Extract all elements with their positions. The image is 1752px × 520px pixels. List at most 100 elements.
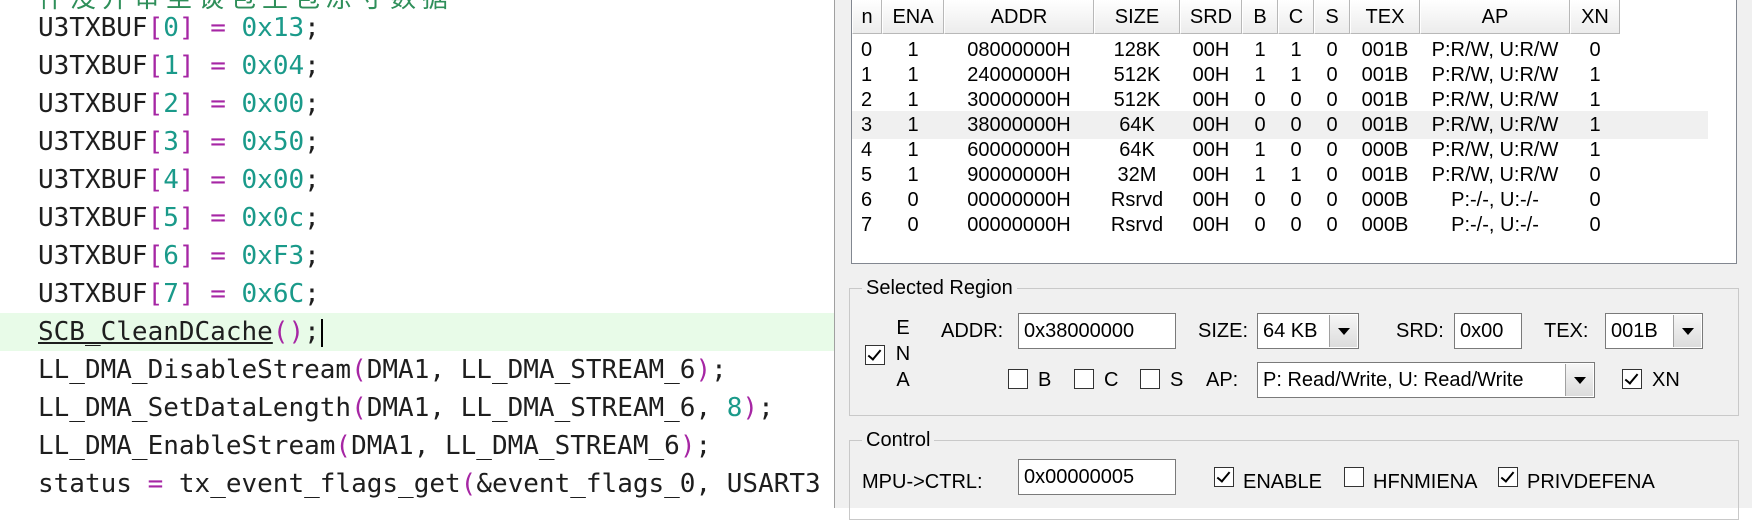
table-cell: 0 bbox=[1589, 39, 1601, 61]
table-cell: 0 bbox=[1290, 139, 1302, 161]
table-cell: 1 bbox=[1290, 164, 1302, 186]
code-line-clean-dcache[interactable]: SCB_CleanDCache(); bbox=[0, 313, 834, 351]
array-index: 6 bbox=[163, 241, 179, 271]
srd-field[interactable]: 0x00 bbox=[1454, 313, 1522, 349]
code-line-dma-enable[interactable]: LL_DMA_EnableStream(DMA1, LL_DMA_STREAM_… bbox=[0, 427, 834, 465]
group-title: Selected Region bbox=[862, 276, 1017, 300]
enable-checkbox[interactable] bbox=[1214, 467, 1234, 487]
table-cell: 5 bbox=[861, 164, 873, 186]
table-cell: 1 bbox=[907, 114, 919, 136]
table-cell: 32M bbox=[1117, 164, 1157, 186]
function-name: LL_DMA_DisableStream bbox=[38, 355, 352, 385]
table-cell: 1 bbox=[907, 139, 919, 161]
column-header-xn[interactable]: XN bbox=[1570, 0, 1620, 34]
srd-label: SRD: bbox=[1396, 320, 1444, 342]
size-select[interactable]: 64 KB bbox=[1257, 313, 1359, 349]
function-name: LL_DMA_SetDataLength bbox=[38, 393, 352, 423]
s-label: S bbox=[1170, 369, 1184, 391]
ap-label: AP: bbox=[1206, 369, 1239, 391]
table-row[interactable]: 6 0 00000000H Rsrvd 00H 0 0 0 000B P:-/-, U:-/- 0 bbox=[852, 186, 1708, 214]
code-line-dma-setlength[interactable]: LL_DMA_SetDataLength(DMA1, LL_DMA_STREAM… bbox=[0, 389, 834, 427]
mpu-region-table[interactable]: n ENA ADDR SIZE SRD B C S TEX AP XN 0 1 08000000H 128… bbox=[851, 0, 1737, 264]
table-cell: P:R/W, U:R/W bbox=[1431, 39, 1559, 61]
code-line-buffer-assign[interactable]: U3TXBUF[3] = 0x50; bbox=[0, 123, 834, 161]
xn-checkbox[interactable] bbox=[1622, 369, 1642, 389]
table-cell: 1 bbox=[1589, 114, 1601, 136]
table-cell: 6 bbox=[861, 189, 873, 211]
table-row[interactable]: 1 1 24000000H 512K 00H 1 1 0 001B P:R/W, U:R/W 1 bbox=[852, 61, 1708, 89]
hex-value: 0x6C bbox=[241, 279, 305, 309]
table-cell: 08000000H bbox=[967, 39, 1071, 61]
addr-field[interactable]: 0x38000000 bbox=[1018, 313, 1176, 349]
table-row[interactable]: 0 1 08000000H 128K 00H 1 1 0 001B P:R/W, U:R/W 0 bbox=[852, 36, 1708, 64]
column-header-b[interactable]: B bbox=[1242, 0, 1278, 34]
code-line-buffer-assign[interactable]: U3TXBUF[6] = 0xF3; bbox=[0, 237, 834, 275]
table-row[interactable]: 4 1 60000000H 64K 00H 1 0 0 000B P:R/W, U:R/W 1 bbox=[852, 136, 1708, 164]
table-cell: P:-/-, U:-/- bbox=[1451, 189, 1539, 211]
column-header-c[interactable]: C bbox=[1278, 0, 1314, 34]
table-cell: 1 bbox=[907, 39, 919, 61]
table-cell: 001B bbox=[1361, 114, 1409, 136]
ena-label: E N A bbox=[893, 315, 913, 393]
code-editor[interactable]: 什没开审至谈包王包凉寸数据 U3TXBUF[0] = 0x13;U3TXBUF[… bbox=[0, 0, 834, 508]
code-line-buffer-assign[interactable]: U3TXBUF[2] = 0x00; bbox=[0, 85, 834, 123]
table-row[interactable]: 5 1 90000000H 32M 00H 1 1 0 001B P:R/W, U:R/W 0 bbox=[852, 161, 1708, 189]
ap-select[interactable]: P: Read/Write, U: Read/Write bbox=[1257, 362, 1595, 398]
variable-name: U3TXBUF bbox=[38, 13, 148, 43]
table-cell: 000B bbox=[1361, 139, 1409, 161]
table-cell: 1 bbox=[1254, 39, 1266, 61]
variable-name: U3TXBUF bbox=[38, 51, 148, 81]
table-cell: 000B bbox=[1361, 214, 1409, 236]
selected-region-group: Selected Region E N A ADDR: 0x38000000 S… bbox=[849, 276, 1739, 416]
table-cell: 24000000H bbox=[967, 64, 1071, 86]
table-row[interactable]: 2 1 30000000H 512K 00H 0 0 0 001B P:R/W, U:R/W 1 bbox=[852, 86, 1708, 114]
control-group: Control MPU->CTRL: 0x00000005 ENABLE HFN… bbox=[849, 428, 1739, 520]
table-row[interactable]: 7 0 00000000H Rsrvd 00H 0 0 0 000B P:-/-, U:-/- 0 bbox=[852, 211, 1708, 239]
table-cell: 512K bbox=[1113, 89, 1161, 111]
column-header-ena[interactable]: ENA bbox=[882, 0, 944, 34]
table-cell: 0 bbox=[1290, 114, 1302, 136]
table-cell: 00H bbox=[1192, 39, 1230, 61]
column-header-ap[interactable]: AP bbox=[1420, 0, 1570, 34]
table-cell: 1 bbox=[907, 89, 919, 111]
table-cell: 1 bbox=[1254, 164, 1266, 186]
chevron-down-icon[interactable] bbox=[1565, 364, 1593, 396]
table-row[interactable]: 3 1 38000000H 64K 00H 0 0 0 001B P:R/W, U:R/W 1 bbox=[852, 111, 1708, 139]
chevron-down-icon[interactable] bbox=[1329, 315, 1357, 347]
hfnmiena-checkbox[interactable] bbox=[1344, 467, 1364, 487]
table-cell: 0 bbox=[1589, 164, 1601, 186]
code-line-status[interactable]: status = tx_event_flags_get(&event_flags… bbox=[0, 465, 834, 503]
mpu-ctrl-field[interactable]: 0x00000005 bbox=[1018, 459, 1176, 495]
table-cell: 000B bbox=[1361, 189, 1409, 211]
hex-value: 0x00 bbox=[241, 165, 305, 195]
code-line-buffer-assign[interactable]: U3TXBUF[1] = 0x04; bbox=[0, 47, 834, 85]
ena-letter: N bbox=[895, 343, 911, 365]
tex-select[interactable]: 001B bbox=[1605, 313, 1703, 349]
size-label: SIZE: bbox=[1198, 320, 1249, 342]
s-checkbox[interactable] bbox=[1140, 369, 1160, 389]
column-header-tex[interactable]: TEX bbox=[1350, 0, 1420, 34]
column-header-s[interactable]: S bbox=[1314, 0, 1350, 34]
function-args: &event_flags_0, USART3 bbox=[476, 469, 821, 499]
variable-name: U3TXBUF bbox=[38, 165, 148, 195]
c-checkbox[interactable] bbox=[1074, 369, 1094, 389]
code-line-buffer-assign[interactable]: U3TXBUF[4] = 0x00; bbox=[0, 161, 834, 199]
code-line-buffer-assign[interactable]: U3TXBUF[7] = 0x6C; bbox=[0, 275, 834, 313]
ena-checkbox[interactable] bbox=[865, 345, 885, 365]
addr-label: ADDR: bbox=[941, 320, 1004, 342]
code-line-dma-disable[interactable]: LL_DMA_DisableStream(DMA1, LL_DMA_STREAM… bbox=[0, 351, 834, 389]
table-cell: 0 bbox=[907, 189, 919, 211]
b-checkbox[interactable] bbox=[1008, 369, 1028, 389]
hex-value: 0x13 bbox=[241, 13, 305, 43]
column-header-n[interactable]: n bbox=[852, 0, 882, 34]
array-index: 2 bbox=[163, 89, 179, 119]
column-header-size[interactable]: SIZE bbox=[1094, 0, 1180, 34]
chevron-down-icon[interactable] bbox=[1673, 315, 1701, 347]
table-cell: 60000000H bbox=[967, 139, 1071, 161]
table-cell: 30000000H bbox=[967, 89, 1071, 111]
privdefena-checkbox[interactable] bbox=[1498, 467, 1518, 487]
code-line-buffer-assign[interactable]: U3TXBUF[5] = 0x0c; bbox=[0, 199, 834, 237]
column-header-srd[interactable]: SRD bbox=[1180, 0, 1242, 34]
column-header-addr[interactable]: ADDR bbox=[944, 0, 1094, 34]
code-line-buffer-assign[interactable]: U3TXBUF[0] = 0x13; bbox=[0, 9, 834, 47]
